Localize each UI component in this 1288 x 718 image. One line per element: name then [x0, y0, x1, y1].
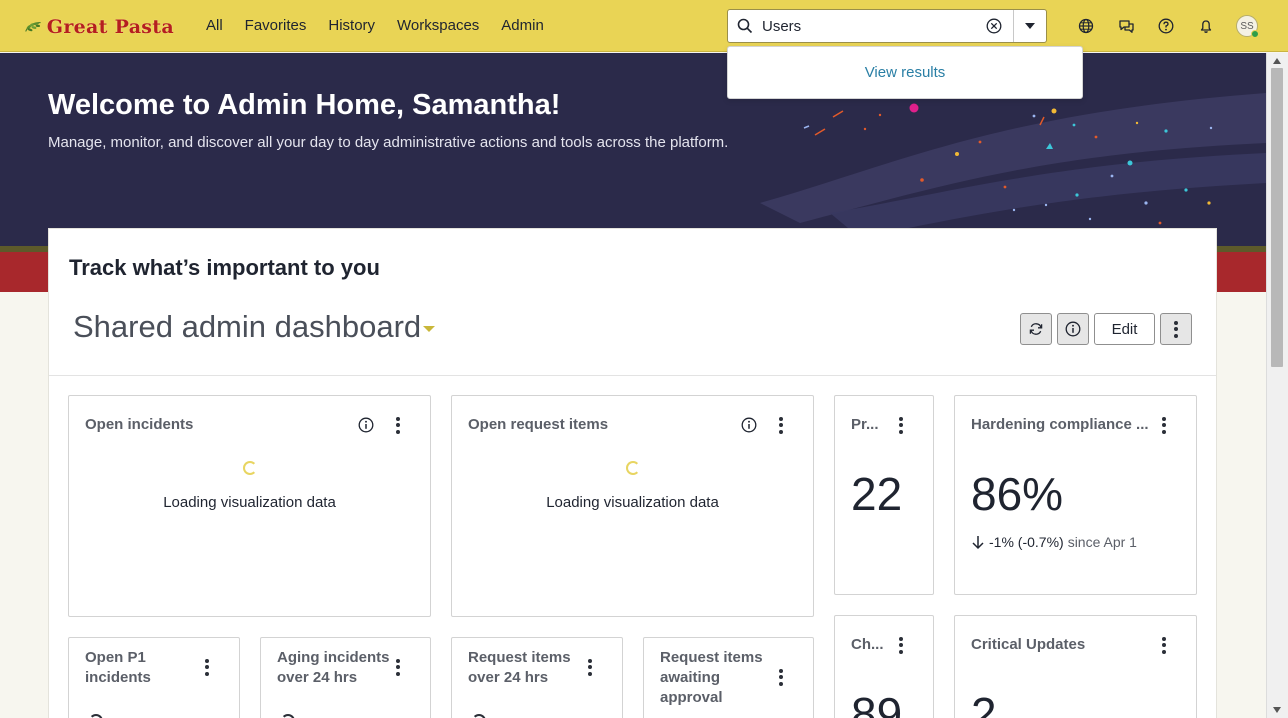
widget-title: Request items awaiting approval	[660, 649, 763, 706]
nav-all[interactable]: All	[194, 0, 234, 52]
scroll-up-arrow-icon[interactable]	[1273, 58, 1281, 64]
widget-ch: Ch... 89	[834, 615, 934, 718]
nav-admin[interactable]: Admin	[490, 0, 555, 52]
online-status-icon	[1251, 30, 1259, 38]
more-vertical-icon[interactable]	[893, 415, 909, 435]
info-icon	[1065, 321, 1081, 337]
widget-pr: Pr... 22	[834, 395, 934, 595]
search-scope-chevron-down-icon[interactable]	[1013, 10, 1046, 42]
more-vertical-icon[interactable]	[773, 415, 789, 435]
wreath-icon	[25, 21, 41, 32]
dashboard-selector-chevron-down-icon[interactable]	[423, 326, 435, 332]
info-icon[interactable]	[741, 417, 757, 433]
page-scrollbar[interactable]	[1266, 53, 1288, 718]
widget-critical-updates: Critical Updates 2	[954, 615, 1197, 718]
trend-since: since Apr 1	[1067, 534, 1137, 550]
help-icon[interactable]	[1146, 10, 1186, 42]
widget-open-p1-incidents: Open P1 incidents	[68, 637, 240, 718]
scroll-down-arrow-icon[interactable]	[1273, 707, 1281, 713]
globe-icon[interactable]	[1066, 10, 1106, 42]
dashboard-more-button[interactable]	[1160, 313, 1192, 345]
chat-icon[interactable]	[1106, 10, 1146, 42]
metric-value[interactable]: 89	[851, 687, 902, 718]
nav-history[interactable]: History	[317, 0, 386, 52]
search-dropdown: View results	[727, 46, 1083, 99]
trend-change: -1% (-0.7%)	[989, 534, 1064, 550]
top-bar: Great Pasta All Favorites History Worksp…	[0, 0, 1288, 52]
widget-title: Ch...	[851, 636, 884, 653]
more-vertical-icon[interactable]	[199, 657, 215, 677]
avatar[interactable]: SS	[1236, 15, 1259, 38]
widget-open-incidents: Open incidents Loading visualization dat…	[68, 395, 431, 617]
widget-title: Open P1 incidents	[85, 649, 151, 686]
refresh-icon	[1029, 323, 1043, 335]
dashboard-info-button[interactable]	[1057, 313, 1089, 345]
metric-value[interactable]: 86%	[971, 467, 1063, 521]
nav-favorites[interactable]: Favorites	[234, 0, 318, 52]
loading-text: Loading visualization data	[546, 494, 719, 511]
clear-search-icon[interactable]	[976, 10, 1012, 42]
hero-subtitle: Manage, monitor, and discover all your d…	[48, 134, 729, 151]
brand-name: Great Pasta	[46, 15, 174, 38]
more-vertical-icon[interactable]	[390, 657, 406, 677]
widget-aging-incidents: Aging incidents over 24 hrs	[260, 637, 431, 718]
widget-title: Critical Updates	[971, 636, 1086, 653]
more-vertical-icon	[1168, 319, 1184, 339]
trend-row: -1% (-0.7%) since Apr 1	[971, 534, 1137, 550]
header-actions	[1066, 10, 1226, 42]
more-vertical-icon[interactable]	[390, 415, 406, 435]
divider	[49, 375, 1216, 376]
scrollbar-thumb[interactable]	[1271, 68, 1283, 367]
loading-spinner-icon	[472, 714, 486, 718]
loading-spinner-icon	[281, 714, 295, 718]
widget-title: Open incidents	[85, 416, 194, 433]
refresh-button[interactable]	[1020, 313, 1052, 345]
loading-text: Loading visualization data	[163, 494, 336, 511]
search-icon	[728, 9, 762, 43]
more-vertical-icon[interactable]	[582, 657, 598, 677]
widget-request-items-over-24: Request items over 24 hrs	[451, 637, 623, 718]
widget-title: Aging incidents over 24 hrs	[277, 649, 390, 686]
loading-spinner-icon	[626, 461, 640, 475]
hero-title: Welcome to Admin Home, Samantha!	[48, 89, 561, 121]
brand-logo[interactable]: Great Pasta	[24, 12, 174, 41]
more-vertical-icon[interactable]	[1156, 635, 1172, 655]
info-icon[interactable]	[358, 417, 374, 433]
widget-title: Request items over 24 hrs	[468, 649, 571, 686]
widget-title: Pr...	[851, 416, 879, 433]
dashboard-section-heading: Track what’s important to you	[69, 255, 380, 280]
main-nav: All Favorites History Workspaces Admin	[194, 0, 555, 52]
edit-button[interactable]: Edit	[1094, 313, 1155, 345]
loading-spinner-icon	[89, 714, 103, 718]
arrow-down-icon	[972, 536, 984, 550]
dashboard-selector-title[interactable]: Shared admin dashboard	[73, 309, 421, 345]
more-vertical-icon[interactable]	[773, 667, 789, 687]
loading-spinner-icon	[243, 461, 257, 475]
bell-icon[interactable]	[1186, 10, 1226, 42]
more-vertical-icon[interactable]	[1156, 415, 1172, 435]
view-results-link[interactable]: View results	[865, 64, 946, 81]
global-search	[727, 9, 1047, 43]
nav-workspaces[interactable]: Workspaces	[386, 0, 490, 52]
widget-title: Open request items	[468, 416, 609, 433]
search-input[interactable]	[762, 11, 976, 41]
widget-open-request-items: Open request items Loading visualization…	[451, 395, 814, 617]
metric-value[interactable]: 2	[971, 687, 997, 718]
more-vertical-icon[interactable]	[893, 635, 909, 655]
widget-hardening-compliance: Hardening compliance ... 86% -1% (-0.7%)…	[954, 395, 1197, 595]
widget-request-items-awaiting: Request items awaiting approval	[643, 637, 814, 718]
widget-title: Hardening compliance ...	[971, 416, 1149, 433]
metric-value[interactable]: 22	[851, 467, 902, 521]
